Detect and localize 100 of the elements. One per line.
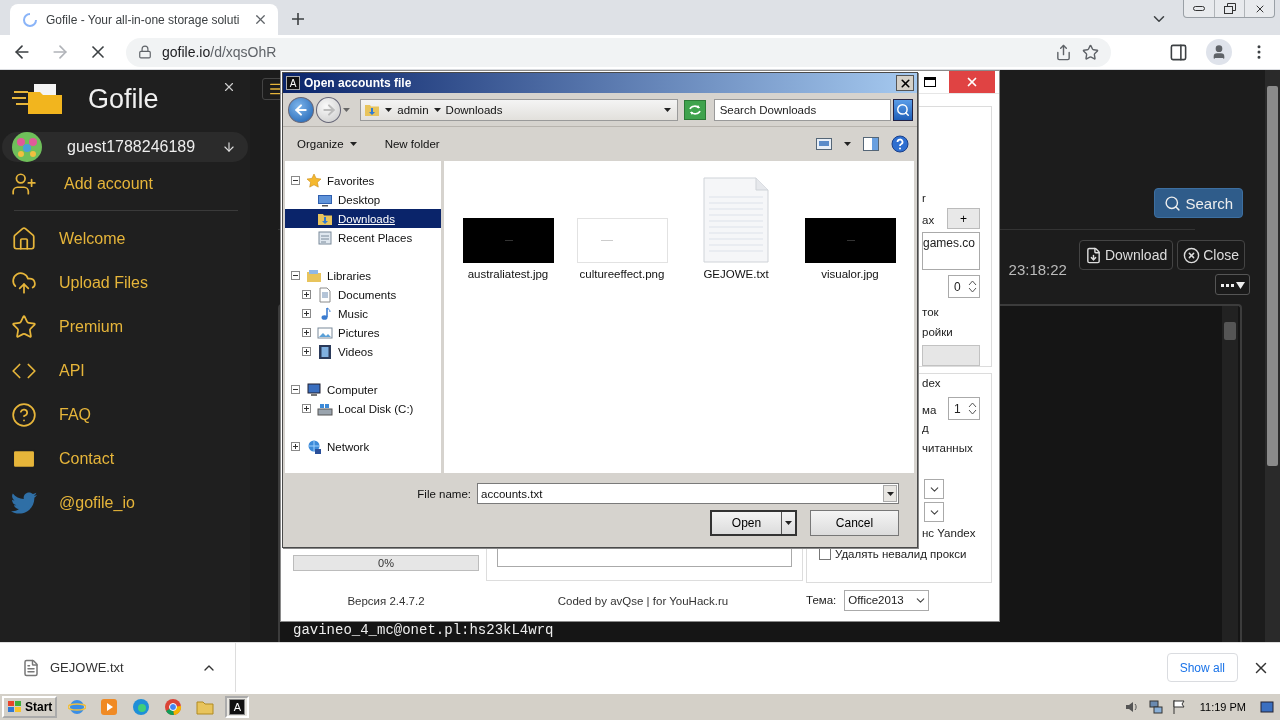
cancel-button[interactable]: Cancel: [810, 510, 899, 536]
checkbox-label: Удалять невалид прокси: [835, 548, 967, 560]
collapse-icon[interactable]: [291, 271, 300, 280]
label-text: r: [922, 192, 927, 206]
sidebar-item[interactable]: API: [2, 349, 248, 393]
number-spinner[interactable]: 0: [948, 275, 980, 298]
version-text: Версия 2.4.7.2: [346, 595, 426, 607]
tree-item[interactable]: Music: [285, 304, 441, 323]
breadcrumb-item[interactable]: admin: [397, 103, 429, 116]
file-item[interactable]: visualor.jpg: [793, 175, 907, 280]
tree-item[interactable]: Desktop: [285, 190, 441, 209]
taskbar-app-button[interactable]: A: [225, 696, 250, 718]
expand-icon[interactable]: [291, 442, 300, 451]
file-item[interactable]: cultureeffect.png: [565, 175, 679, 280]
profile-avatar[interactable]: [1206, 39, 1232, 65]
tree-item[interactable]: Documents: [285, 285, 441, 304]
open-button[interactable]: Open: [710, 510, 797, 536]
page-scrollbar[interactable]: [1265, 70, 1280, 642]
start-button[interactable]: Start: [2, 696, 58, 718]
tree-item[interactable]: Local Disk (C:): [285, 399, 441, 418]
spin-arrows-icon: [968, 401, 977, 416]
dropdown-caret-icon: [663, 107, 671, 112]
download-button[interactable]: Download: [1078, 240, 1174, 270]
network-icon[interactable]: [1147, 699, 1164, 715]
add-button[interactable]: +: [947, 208, 980, 229]
file-item[interactable]: GEJOWE.txt: [679, 175, 793, 280]
theme-dropdown[interactable]: Office2013: [844, 589, 930, 611]
close-icon[interactable]: [222, 80, 236, 94]
account-selector[interactable]: guest1788246189: [2, 132, 248, 162]
expand-icon[interactable]: [302, 309, 311, 318]
close-icon[interactable]: [253, 12, 268, 27]
side-panel-icon[interactable]: [1169, 42, 1188, 62]
sidebar-item[interactable]: Contact: [2, 437, 248, 481]
organize-menu[interactable]: Organize: [297, 138, 357, 150]
person-icon: [1211, 44, 1227, 60]
flag-icon[interactable]: [1171, 699, 1186, 715]
upload-time: 23:18:22: [1008, 261, 1067, 278]
close-icon: [898, 76, 912, 90]
tree-item[interactable]: Libraries: [285, 266, 441, 285]
label-text: читанных: [922, 442, 974, 456]
file-name-field[interactable]: accounts.txt: [477, 483, 899, 504]
share-icon[interactable]: [1055, 43, 1072, 61]
number-spinner[interactable]: 1: [948, 397, 980, 420]
label-text: ax: [922, 214, 935, 228]
star-icon: [11, 314, 37, 340]
windows-flag-icon: [7, 700, 23, 714]
dropdown-button[interactable]: [924, 479, 944, 499]
address-breadcrumb[interactable]: admin Downloads: [360, 98, 678, 121]
refresh-button[interactable]: [683, 99, 706, 120]
add-account-link[interactable]: Add account: [2, 162, 248, 206]
tree-item[interactable]: Favorites: [285, 171, 441, 190]
sidebar-item[interactable]: Welcome: [2, 217, 248, 261]
more-options-button[interactable]: [1215, 274, 1250, 295]
show-desktop-icon[interactable]: [1260, 700, 1274, 714]
breadcrumb-item[interactable]: Downloads: [445, 103, 503, 116]
bird-icon: [11, 490, 37, 516]
arrow-down-icon[interactable]: [222, 140, 236, 154]
help-icon[interactable]: [891, 135, 909, 153]
search-button[interactable]: [893, 98, 914, 121]
bookmark-star-icon[interactable]: [1082, 43, 1099, 61]
close-button[interactable]: Close: [1177, 240, 1245, 270]
forward-button[interactable]: [315, 96, 342, 123]
browser-tab[interactable]: Gofile - Your all-in-one storage soluti: [10, 4, 278, 35]
sidebar-item[interactable]: Premium: [2, 305, 248, 349]
collapse-icon[interactable]: [291, 176, 300, 185]
expand-icon[interactable]: [302, 404, 311, 413]
address-bar[interactable]: gofile.io/d/xqsOhR: [126, 37, 1111, 67]
view-icon[interactable]: [816, 138, 832, 150]
library-icon: [306, 267, 322, 284]
close-button[interactable]: [896, 75, 914, 91]
tree-item[interactable]: Computer: [285, 380, 441, 399]
minimize-icon: [1193, 6, 1205, 11]
preview-pane-icon[interactable]: [863, 137, 879, 151]
expand-icon[interactable]: [302, 328, 311, 337]
sidebar-item[interactable]: Upload Files: [2, 261, 248, 305]
tree-item[interactable]: Downloads: [285, 209, 441, 228]
pictures-icon: [317, 324, 333, 341]
file-item[interactable]: australiatest.jpg: [451, 175, 565, 280]
expand-icon[interactable]: [302, 347, 311, 356]
tree-item[interactable]: Pictures: [285, 323, 441, 342]
tree-item[interactable]: Recent Places: [285, 228, 441, 247]
search-field[interactable]: Search Downloads: [713, 98, 892, 121]
speaker-icon[interactable]: [1123, 699, 1140, 715]
star-icon: [306, 172, 322, 189]
expand-icon[interactable]: [302, 290, 311, 299]
sidebar-item[interactable]: FAQ: [2, 393, 248, 437]
new-folder-button[interactable]: New folder: [384, 138, 440, 150]
tree-item[interactable]: Network: [285, 437, 441, 456]
tree-item[interactable]: Videos: [285, 342, 441, 361]
sidebar-item[interactable]: @gofile_io: [2, 481, 248, 525]
dropdown-button[interactable]: [924, 502, 944, 522]
collapse-icon[interactable]: [291, 385, 300, 394]
search-button[interactable]: Search: [1154, 188, 1243, 218]
checkbox-option[interactable]: Удалять невалид прокси: [819, 548, 980, 560]
refresh-arrows-icon: [687, 103, 702, 116]
back-button[interactable]: [288, 96, 314, 123]
plus-icon[interactable]: [290, 11, 306, 27]
scrollbar[interactable]: [1222, 306, 1238, 642]
show-all-button[interactable]: Show all: [1166, 653, 1238, 682]
text-field[interactable]: games.co: [922, 232, 980, 270]
